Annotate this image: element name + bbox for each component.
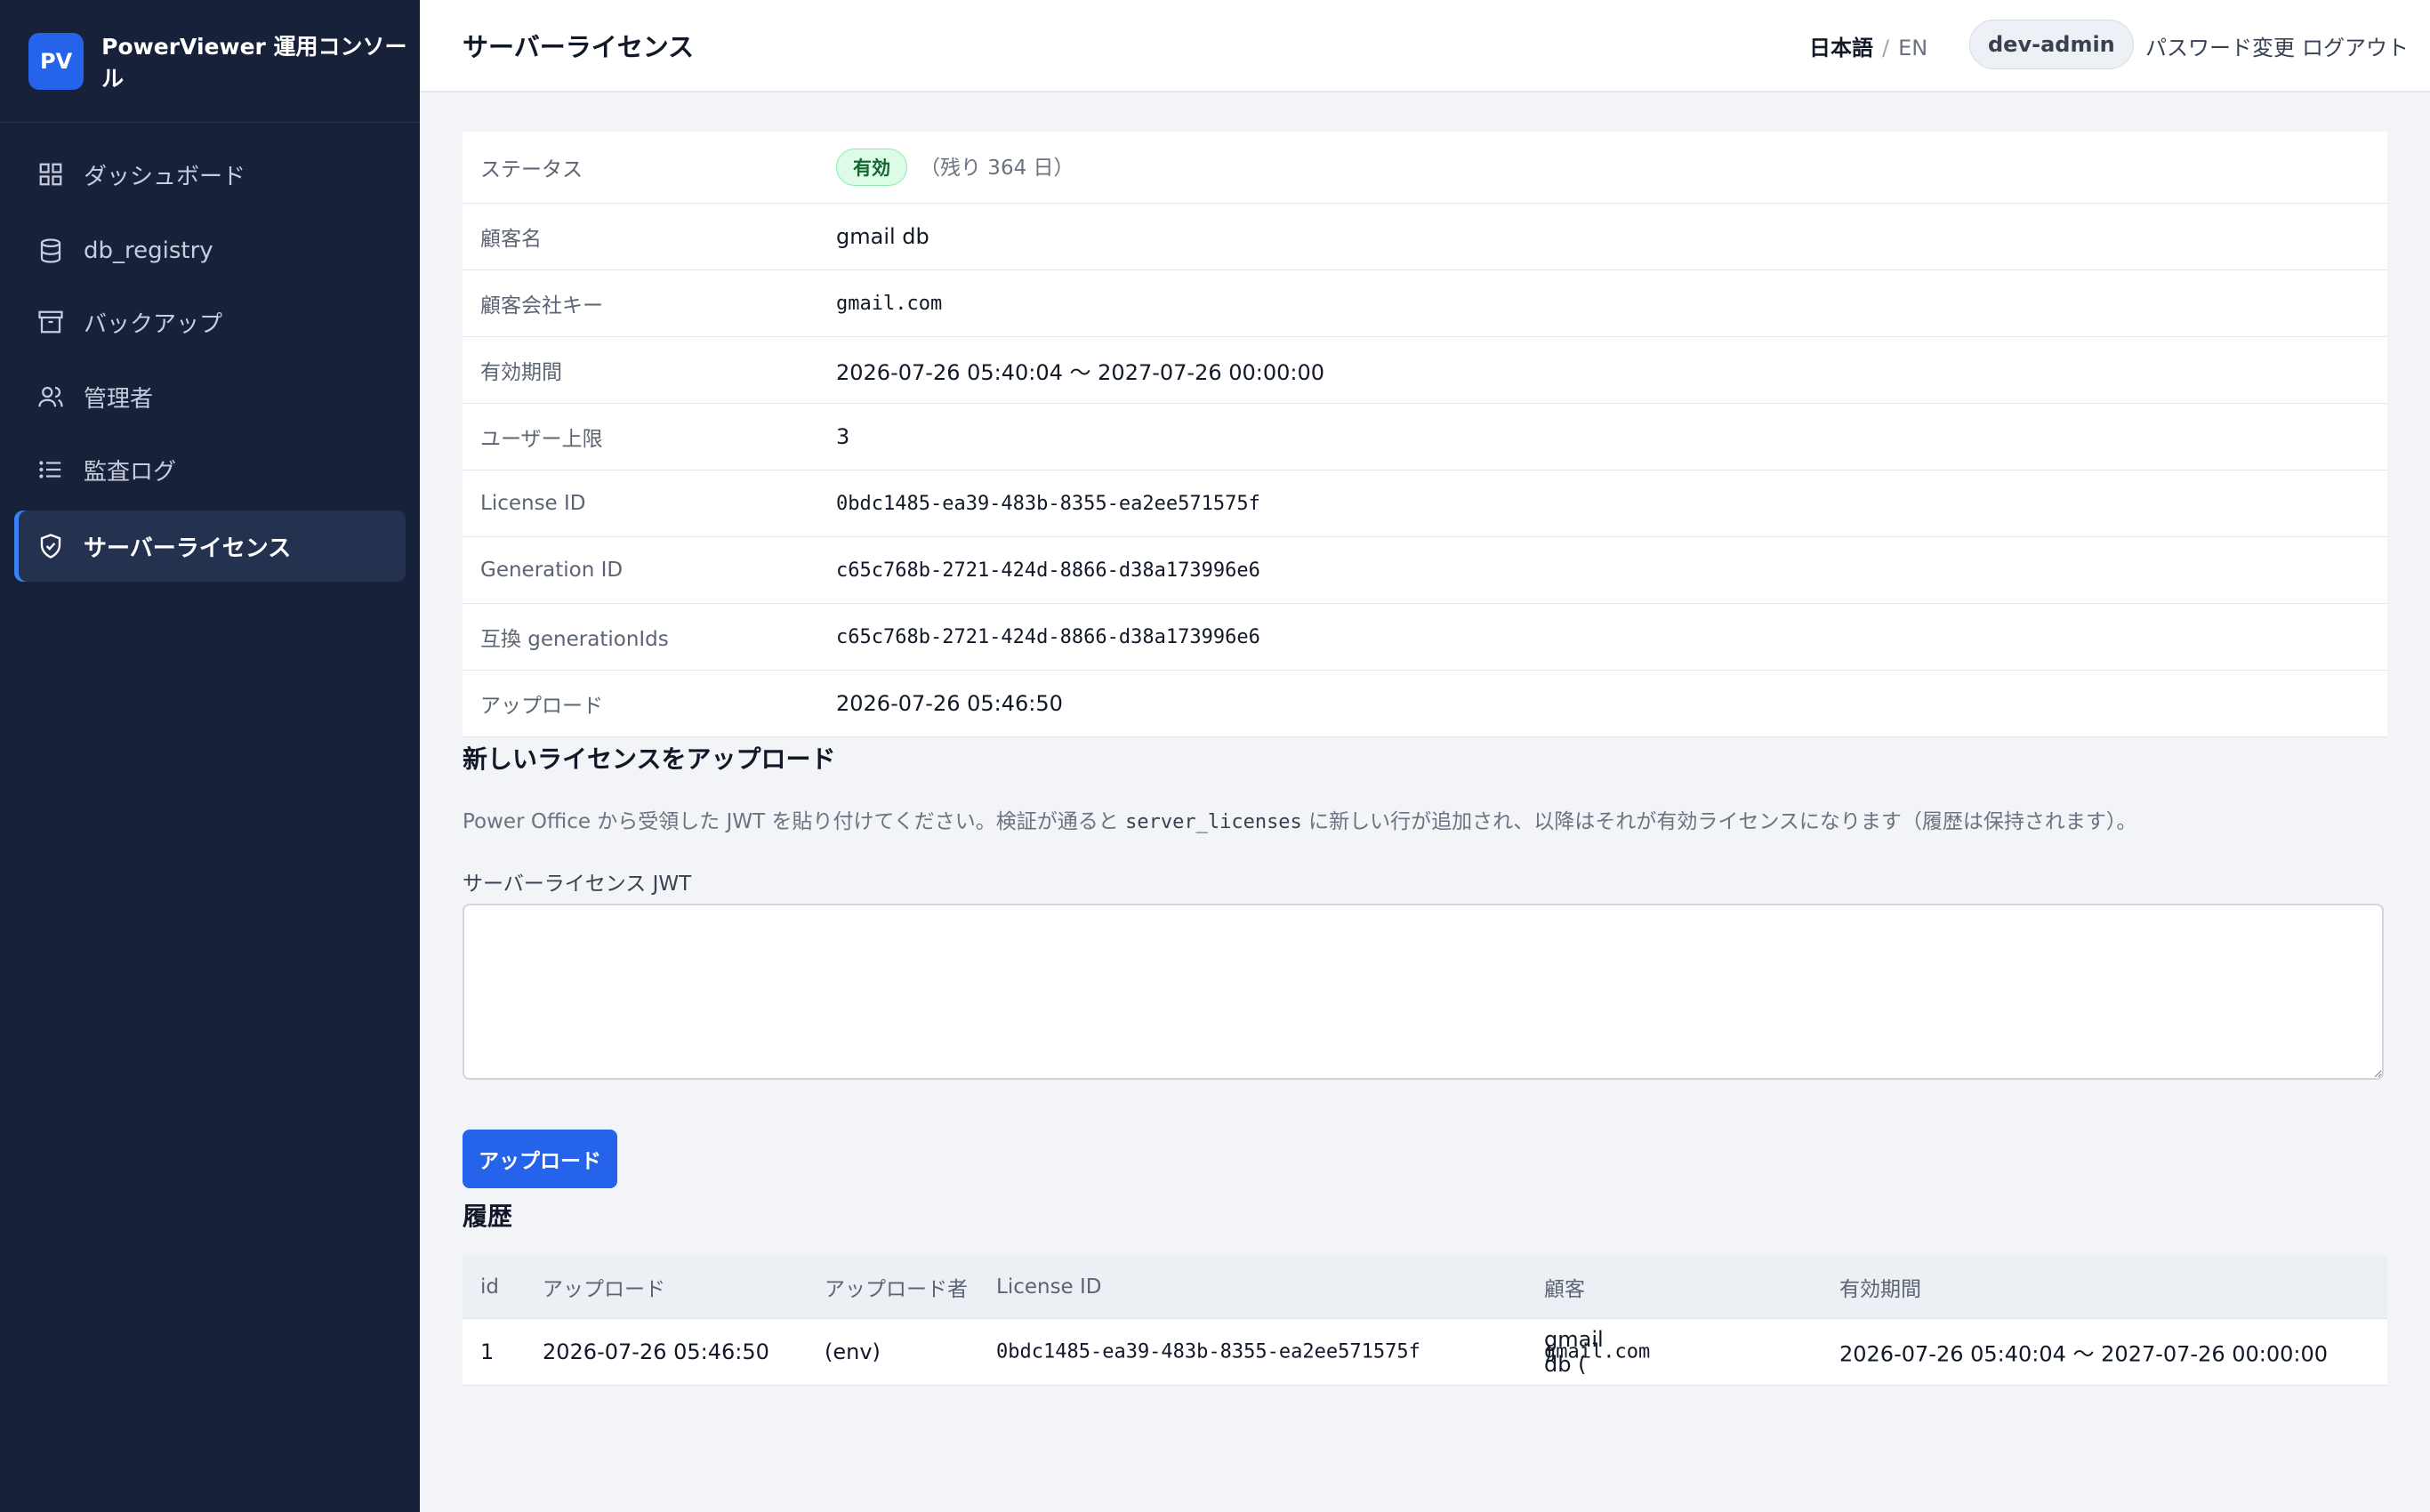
table-row: 1 2026-07-26 05:46:50 (env) 0bdc1485-ea3… [463,1319,2387,1386]
cell-customer-close: ) [1544,1339,1553,1364]
col-id: id [480,1275,499,1299]
lang-ja-link[interactable]: 日本語 [1809,36,1873,60]
info-row-generation-id: Generation ID c65c768b-2721-424d-8866-d3… [463,537,2387,604]
compat-ids-label: 互換 generationIds [480,628,669,651]
col-validity: 有効期間 [1839,1278,1921,1301]
lang-separator: / [1882,36,1890,60]
sidebar-item-server-license[interactable]: サーバーライセンス [14,511,406,582]
sidebar-item-label: バックアップ [84,310,223,338]
page-title: サーバーライセンス [463,32,695,62]
customer-name-label: 顧客名 [480,228,542,251]
app-logo: PV [28,32,84,90]
sidebar: PV PowerViewer 運用コンソール ダッシュボード db_regist… [0,0,420,1512]
upload-value: 2026-07-26 05:46:50 [836,691,1063,716]
status-value: 有効 （残り 364 日） [836,149,1074,186]
status-badge: 有効 [836,149,907,186]
upload-description: Power Office から受領した JWT を貼り付けてください。検証が通る… [463,804,2136,834]
upload-button[interactable]: アップロード [463,1130,617,1188]
info-row-company-key: 顧客会社キー gmail.com [463,270,2387,337]
brand: PV PowerViewer 運用コンソール [0,0,420,123]
user-limit-label: ユーザー上限 [480,428,603,451]
sidebar-item-label: 監査ログ [84,458,177,486]
info-row-user-limit: ユーザー上限 3 [463,404,2387,470]
user-limit-value: 3 [836,424,850,449]
info-row-upload: アップロード 2026-07-26 05:46:50 [463,671,2387,737]
company-key-value: gmail.com [836,292,943,315]
validity-value: 2026-07-26 05:40:04 〜 2027-07-26 00:00:0… [836,359,1325,385]
sidebar-item-label: ダッシュボード [84,163,246,190]
shield-check-icon [36,531,66,561]
jwt-field-label: サーバーライセンス JWT [463,873,692,896]
app-name: PowerViewer 運用コンソール [101,33,407,92]
users-icon [36,382,66,412]
col-customer: 顧客 [1544,1278,1585,1301]
company-key-label: 顧客会社キー [480,294,603,318]
logout-link[interactable]: ログアウト [2302,30,2409,61]
cell-license-id: 0bdc1485-ea39-483b-8355-ea2ee571575f [996,1340,1420,1363]
remaining-days: （残り 364 日） [920,157,1074,180]
cell-validity: 2026-07-26 05:40:04 〜 2027-07-26 00:00:0… [1839,1341,2329,1367]
col-license-id: License ID [996,1275,1102,1299]
info-row-customer-name: 顧客名 gmail db [463,204,2387,270]
desc-table-name: server_licenses [1125,811,1302,833]
license-info-table: ステータス 有効 （残り 364 日） 顧客名 gmail db 顧客会社キー g… [463,132,2387,737]
jwt-textarea[interactable] [463,904,2384,1080]
sidebar-item-label: サーバーライセンス [84,535,292,562]
cell-uploaded: 2026-07-26 05:46:50 [543,1339,769,1364]
sidebar-item-label: db_registry [84,237,213,264]
license-id-value: 0bdc1485-ea39-483b-8355-ea2ee571575f [836,492,1260,515]
lang-en-link[interactable]: EN [1898,36,1927,60]
archive-icon [36,307,66,337]
customer-name-value: gmail db [836,224,929,249]
history-table: id アップロード アップロード者 License ID 顧客 有効期間 1 2… [463,1256,2387,1386]
info-row-license-id: License ID 0bdc1485-ea39-483b-8355-ea2ee… [463,470,2387,537]
cell-customer-key: gmail.com [1544,1340,1651,1363]
compat-ids-value: c65c768b-2721-424d-8866-d38a173996e6 [836,625,1260,648]
user-badge[interactable]: dev-admin [1969,20,2134,69]
info-row-status: ステータス 有効 （残り 364 日） [463,132,2387,204]
database-icon [36,236,66,266]
list-icon [36,454,66,485]
desc-text-1: Power Office から受領した JWT を貼り付けてください。検証が通る… [463,810,1126,833]
col-uploader: アップロード者 [825,1278,968,1301]
info-row-validity: 有効期間 2026-07-26 05:40:04 〜 2027-07-26 00… [463,337,2387,404]
generation-id-value: c65c768b-2721-424d-8866-d38a173996e6 [836,559,1260,582]
generation-id-label: Generation ID [480,559,624,582]
upload-section-title: 新しいライセンスをアップロード [463,744,836,774]
sidebar-item-label: 管理者 [84,385,154,413]
info-row-compat-ids: 互換 generationIds c65c768b-2721-424d-8866… [463,604,2387,671]
sidebar-item-db-registry[interactable]: db_registry [14,215,406,286]
grid-icon [36,159,66,189]
status-label: ステータス [480,158,583,181]
validity-label: 有効期間 [480,361,562,384]
top-bar: サーバーライセンス 日本語 / EN dev-admin パスワード変更 ログアウト [420,0,2430,92]
change-password-link[interactable]: パスワード変更 [2145,30,2295,61]
sidebar-item-admins[interactable]: 管理者 [14,361,406,432]
col-uploaded: アップロード [543,1278,665,1301]
license-id-label: License ID [480,492,586,515]
history-header: id アップロード アップロード者 License ID 顧客 有効期間 [463,1256,2387,1319]
history-title: 履歴 [463,1202,513,1231]
desc-text-2: に新しい行が追加され、以降はそれが有効ライセンスになります（履歴は保持されます）… [1301,810,2137,833]
language-switcher: 日本語 / EN [1809,30,1927,61]
sidebar-item-audit-log[interactable]: 監査ログ [14,434,406,505]
sidebar-item-dashboard[interactable]: ダッシュボード [14,139,406,210]
upload-label: アップロード [480,695,603,718]
sidebar-item-backup[interactable]: バックアップ [14,286,406,358]
cell-id: 1 [480,1339,495,1364]
cell-uploader: (env) [825,1339,881,1364]
